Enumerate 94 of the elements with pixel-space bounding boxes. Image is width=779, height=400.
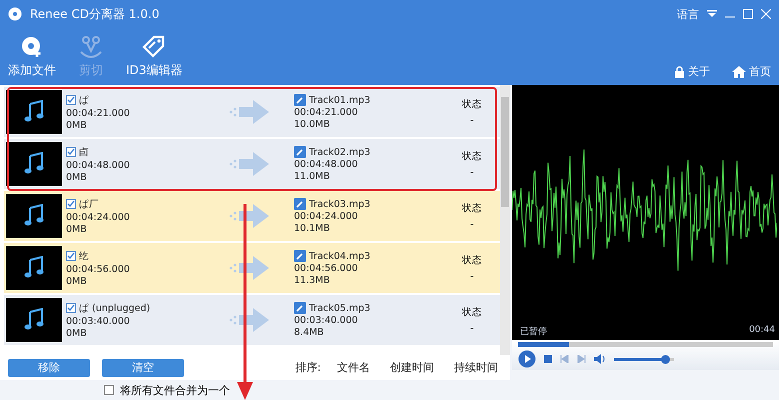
close-icon[interactable] (761, 9, 771, 19)
track-row[interactable]: 卣 00:04:48.000 0MB Track02.mp3 00:04:48.000 11.0MB 状态 - (4, 139, 500, 189)
status-label: 状态 (462, 202, 482, 215)
status-label: 状态 (462, 98, 482, 111)
output-duration: 00:04:21.000 (294, 107, 359, 118)
checkbox[interactable] (66, 147, 76, 157)
edit-icon[interactable] (294, 302, 306, 314)
output-size: 8.4MB (294, 327, 325, 338)
toolbar-button[interactable]: ID3编辑器 (126, 35, 182, 79)
track-size: 0MB (66, 328, 88, 338)
music-thumbnail (6, 298, 62, 342)
status-label: 状态 (462, 254, 482, 267)
checkbox[interactable] (66, 251, 76, 261)
track-name: ぱ厂 (79, 198, 99, 210)
track-size: 0MB (66, 276, 88, 286)
track-duration: 00:04:24.000 (66, 212, 131, 222)
scrollbar[interactable] (500, 85, 510, 355)
output-filename: Track03.mp3 (309, 198, 370, 210)
arrow-right-icon (229, 100, 269, 124)
output-size: 10.0MB (294, 119, 331, 130)
lock-icon (674, 66, 685, 78)
music-thumbnail (6, 90, 62, 134)
action-button[interactable]: 移除 (8, 358, 90, 376)
player-time: 00:44 (749, 325, 775, 337)
disc-logo-icon (8, 7, 22, 21)
output-duration: 00:03:40.000 (294, 315, 359, 326)
sort-label: 排序: (295, 360, 321, 375)
home-icon (732, 66, 746, 78)
status-value: - (470, 323, 474, 334)
music-thumbnail (6, 194, 62, 238)
sort-option[interactable]: 持续时间 (450, 360, 502, 375)
tag-pencil-icon (142, 35, 166, 59)
status-value: - (470, 271, 474, 282)
music-thumbnail (6, 142, 62, 186)
player-state: 已暂停 (520, 326, 547, 338)
arrow-right-icon (229, 308, 269, 332)
track-row[interactable]: 纥 00:04:56.000 0MB Track04.mp3 00:04:56.000 11.3MB 状态 - (4, 243, 500, 293)
checkbox[interactable] (66, 95, 76, 105)
header-link[interactable]: 关于 (674, 64, 710, 79)
seek-track[interactable] (518, 342, 773, 347)
action-button[interactable]: 清空 (102, 358, 184, 376)
track-size: 0MB (66, 120, 88, 130)
arrow-right-icon (229, 256, 269, 280)
track-row[interactable]: ぱ (unplugged) 00:03:40.000 0MB Track05.mp3 00:03:40.000 8.4MB 状态 - (4, 295, 500, 345)
edit-icon[interactable] (294, 198, 306, 210)
scissors-icon (78, 35, 104, 59)
checkbox[interactable] (104, 385, 114, 395)
track-duration: 00:04:48.000 (66, 160, 131, 170)
sort-option[interactable]: 文件名 (333, 360, 374, 375)
output-filename: Track05.mp3 (309, 302, 370, 314)
checkbox[interactable] (66, 303, 76, 313)
output-filename: Track04.mp3 (309, 250, 370, 262)
output-duration: 00:04:56.000 (294, 263, 359, 274)
arrow-right-icon (229, 152, 269, 176)
edit-icon[interactable] (294, 146, 306, 158)
play-icon[interactable] (518, 350, 536, 368)
output-size: 10.1MB (294, 223, 331, 234)
window-title: Renee CD分离器 1.0.0 (30, 6, 160, 22)
track-name: 卣 (79, 146, 89, 158)
output-filename: Track01.mp3 (309, 94, 370, 106)
checkbox[interactable] (66, 199, 76, 209)
status-value: - (470, 167, 474, 178)
track-name: 纥 (79, 250, 89, 262)
track-row[interactable]: ぱ厂 00:04:24.000 0MB Track03.mp3 00:04:24.000 10.1MB 状态 - (4, 191, 500, 241)
status-label: 状态 (462, 306, 482, 319)
output-duration: 00:04:24.000 (294, 211, 359, 222)
music-thumbnail (6, 246, 62, 290)
volume-knob[interactable] (661, 354, 670, 364)
track-size: 0MB (66, 224, 88, 234)
output-duration: 00:04:48.000 (294, 159, 359, 170)
status-value: - (470, 219, 474, 230)
output-size: 11.0MB (294, 171, 331, 182)
track-duration: 00:03:40.000 (66, 316, 131, 326)
arrow-right-icon (229, 204, 269, 228)
header-link[interactable]: 首页 (732, 64, 771, 79)
language-label[interactable]: 语言 (677, 6, 699, 22)
sort-option[interactable]: 创建时间 (386, 360, 438, 375)
speaker-icon[interactable] (594, 354, 606, 364)
track-duration: 00:04:21.000 (66, 108, 131, 118)
status-label: 状态 (462, 150, 482, 163)
dropdown-icon[interactable] (707, 10, 717, 18)
track-duration: 00:04:56.000 (66, 264, 131, 274)
track-name: ぱ (79, 94, 89, 106)
toolbar-button[interactable]: 添加文件 (8, 35, 56, 79)
status-value: - (470, 115, 474, 126)
track-size: 0MB (66, 172, 88, 182)
output-size: 11.3MB (294, 275, 331, 286)
track-row[interactable]: ぱ 00:04:21.000 0MB Track01.mp3 00:04:21.000 10.0MB 状态 - (4, 87, 500, 137)
merge-label: 将所有文件合并为一个 (120, 382, 230, 398)
output-filename: Track02.mp3 (309, 146, 370, 158)
edit-icon[interactable] (294, 94, 306, 106)
maximize-icon[interactable] (743, 9, 753, 19)
track-name: ぱ (unplugged) (79, 302, 150, 314)
edit-icon[interactable] (294, 250, 306, 262)
